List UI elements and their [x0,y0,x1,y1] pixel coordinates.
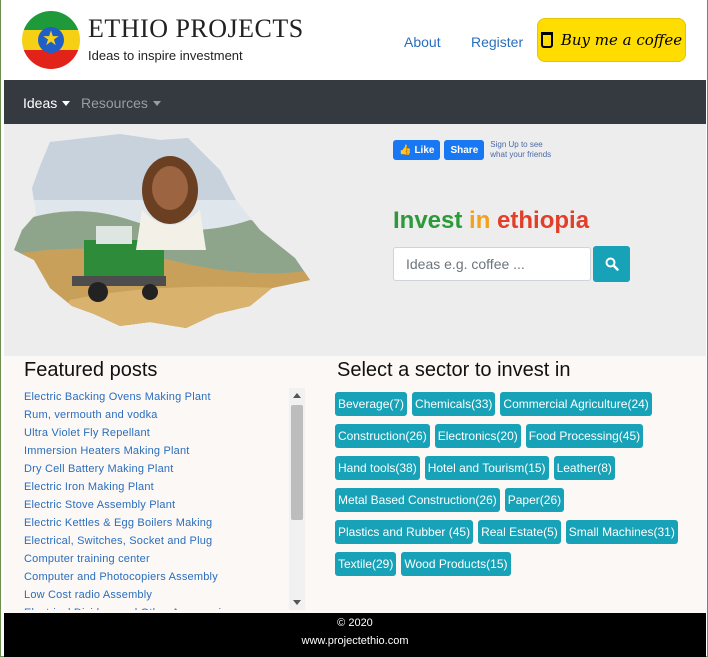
caret-down-icon [62,101,71,106]
sector-tags: Beverage(7) Chemicals(33) Commercial Agric… [335,392,695,584]
sector-tag[interactable]: Electronics(20) [434,424,521,448]
top-header: ★ ETHIO PROJECTS Ideas to inspire invest… [4,0,706,80]
sector-tag-row: Construction(26) Electronics(20) Food Proc… [335,424,695,456]
ideas-dropdown[interactable]: Ideas [23,95,71,111]
buy-me-a-coffee-button[interactable]: Buy me a coffee [537,18,686,62]
sector-tag-row: Textile(29) Wood Products(15) [335,552,695,584]
sector-tag[interactable]: Textile(29) [335,552,397,576]
facebook-like-button[interactable]: 👍 Like [393,140,441,160]
headline-word-in: in [469,207,491,234]
featured-post-link[interactable]: Rum, vermouth and vodka [24,406,306,424]
sector-tag[interactable]: Construction(26) [335,424,430,448]
facebook-widget: 👍 Like Share Sign Up to see what your fr… [393,140,551,160]
caret-down-icon [152,101,161,106]
sector-tag-row: Metal Based Construction(26) Paper(26) [335,488,695,520]
coffee-cup-icon [540,32,553,48]
main-navbar: Ideas Resources [4,80,706,124]
sector-tag-row: Beverage(7) Chemicals(33) Commercial Agric… [335,392,695,424]
coffee-button-label: Buy me a coffee [560,31,683,49]
thumbs-up-icon: 👍 [399,144,412,156]
featured-post-link[interactable]: Ultra Violet Fly Repellant [24,424,306,442]
sector-tag[interactable]: Small Machines(31) [565,520,678,544]
sector-tag-row: Hand tools(38) Hotel and Tourism(15) Leath… [335,456,695,488]
scroll-up-icon[interactable] [293,393,301,398]
facebook-signup-line2: what your friends [490,150,552,159]
featured-post-link[interactable]: Computer training center [24,550,306,568]
resources-dropdown[interactable]: Resources [81,95,161,111]
sector-tag[interactable]: Paper(26) [504,488,565,512]
resources-label: Resources [81,95,148,111]
featured-post-link[interactable]: Immersion Heaters Making Plant [24,442,306,460]
sector-tag[interactable]: Beverage(7) [335,392,408,416]
footer-copyright: © 2020 [337,617,373,629]
facebook-signup-text[interactable]: Sign Up to see what your friends [490,140,551,160]
footer-site[interactable]: www.projectethio.com [4,635,706,647]
about-link[interactable]: About [404,34,441,50]
featured-scrollbar[interactable] [289,388,305,610]
brand-title[interactable]: ETHIO PROJECTS [88,14,304,44]
ethiopia-map-image [14,134,310,328]
scroll-thumb[interactable] [291,405,303,520]
sector-tag[interactable]: Hand tools(38) [335,456,420,480]
facebook-signup-line1: Sign Up to see [490,140,543,149]
search-icon [605,257,619,271]
facebook-share-button[interactable]: Share [444,140,485,160]
sector-title: Select a sector to invest in [337,359,571,381]
sector-tag[interactable]: Metal Based Construction(26) [335,488,500,512]
featured-post-link[interactable]: Electric Backing Ovens Making Plant [24,388,306,406]
sector-tag[interactable]: Leather(8) [553,456,615,480]
featured-post-link[interactable]: Electrical, Switches, Socket and Plug [24,532,306,550]
sector-tag-row: Plastics and Rubber (45) Real Estate(5) Sm… [335,520,695,552]
facebook-share-label: Share [450,144,479,156]
headline-word-invest: Invest [393,207,463,234]
hero-headline: Invest in ethiopia [393,207,589,235]
sector-tag[interactable]: Commercial Agriculture(24) [500,392,652,416]
facebook-like-label: Like [414,144,435,156]
featured-posts-list[interactable]: Electric Backing Ovens Making Plant Rum, … [24,388,306,610]
hero-section: 👍 Like Share Sign Up to see what your fr… [4,124,706,356]
content-section: Featured posts Electric Backing Ovens Ma… [4,356,706,613]
featured-post-link[interactable]: Computer and Photocopiers Assembly [24,568,306,586]
search-button[interactable] [593,246,630,282]
register-link[interactable]: Register [471,34,523,50]
sector-tag[interactable]: Hotel and Tourism(15) [424,456,549,480]
featured-post-link[interactable]: Electric Iron Making Plant [24,478,306,496]
sector-tag[interactable]: Wood Products(15) [401,552,511,576]
star-icon: ★ [42,28,60,50]
featured-post-link[interactable]: Dry Cell Battery Making Plant [24,460,306,478]
featured-post-link[interactable]: Electric Kettles & Egg Boilers Making [24,514,306,532]
sector-tag[interactable]: Chemicals(33) [412,392,496,416]
footer: © 2020 www.projectethio.com [4,613,706,657]
headline-word-ethiopia: ethiopia [497,207,590,234]
featured-post-link[interactable]: Electrical Dividers and Other Accessorie… [24,604,306,610]
featured-post-link[interactable]: Electric Stove Assembly Plant [24,496,306,514]
scroll-down-icon[interactable] [293,600,301,605]
featured-posts-title: Featured posts [24,359,158,381]
sector-tag[interactable]: Plastics and Rubber (45) [335,520,474,544]
sector-tag[interactable]: Real Estate(5) [478,520,561,544]
search-input[interactable] [393,247,591,281]
sector-tag[interactable]: Food Processing(45) [525,424,644,448]
brand-tagline: Ideas to inspire investment [88,48,243,63]
ideas-label: Ideas [23,95,58,111]
ethiopian-flag-logo[interactable]: ★ [22,11,80,69]
featured-post-link[interactable]: Low Cost radio Assembly [24,586,306,604]
